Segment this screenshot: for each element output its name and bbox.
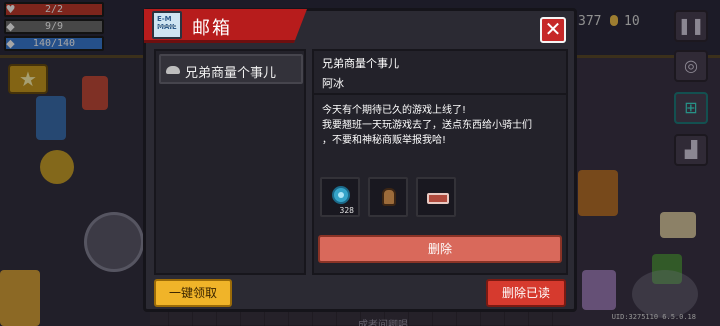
mail-body-line: 今天有个期待已久的游戏上线了! [322, 105, 467, 116]
mail-detail: 兄弟商量个事儿 阿冰 今天有个期待已久的游戏上线了! 我要翘班一天玩游戏去了，送… [312, 49, 568, 275]
delete-button[interactable]: 删除 [318, 235, 562, 263]
attachment-quantity: 328 [339, 206, 354, 215]
attachment-slot[interactable]: 328 [320, 177, 360, 217]
mail-body-line: 我要翘班一天玩游戏去了，送点东西给小骑士们 [322, 120, 532, 131]
close-button[interactable]: ✕ [540, 17, 566, 43]
mail-list: 兄弟商量个事儿 [154, 49, 306, 275]
mail-hat-icon [166, 66, 180, 74]
mailbox-title-bar: E-M MAIL 邮箱 [144, 9, 307, 43]
mailbox-title: 邮箱 [192, 18, 232, 39]
ticket-icon [427, 193, 449, 204]
delete-read-button[interactable]: 删除已读 [486, 279, 566, 307]
attachment-slot[interactable] [368, 177, 408, 217]
mail-detail-header: 兄弟商量个事儿 阿冰 [314, 51, 566, 95]
attachment-slot[interactable] [416, 177, 456, 217]
mail-body: 今天有个期待已久的游戏上线了! 我要翘班一天玩游戏去了，送点东西给小骑士们 ，不… [322, 103, 562, 148]
mail-title: 兄弟商量个事儿 [322, 57, 399, 70]
character-head-icon [382, 188, 396, 206]
close-icon: ✕ [544, 17, 562, 41]
mailbox-dialog: E-M MAIL 邮箱 ✕ 兄弟商量个事儿 兄弟商量个事儿 阿冰 今天有个期待已… [143, 8, 577, 312]
mail-body-line: ，不要和神秘商贩举报我哈! [322, 135, 447, 146]
mail-list-item-label: 兄弟商量个事儿 [185, 66, 277, 81]
mail-list-item[interactable]: 兄弟商量个事儿 [159, 54, 303, 84]
mail-sender: 阿冰 [322, 77, 344, 90]
mail-icon: E-M MAIL [152, 11, 182, 39]
claim-all-button[interactable]: 一键领取 [154, 279, 232, 307]
gem-icon [332, 186, 350, 204]
